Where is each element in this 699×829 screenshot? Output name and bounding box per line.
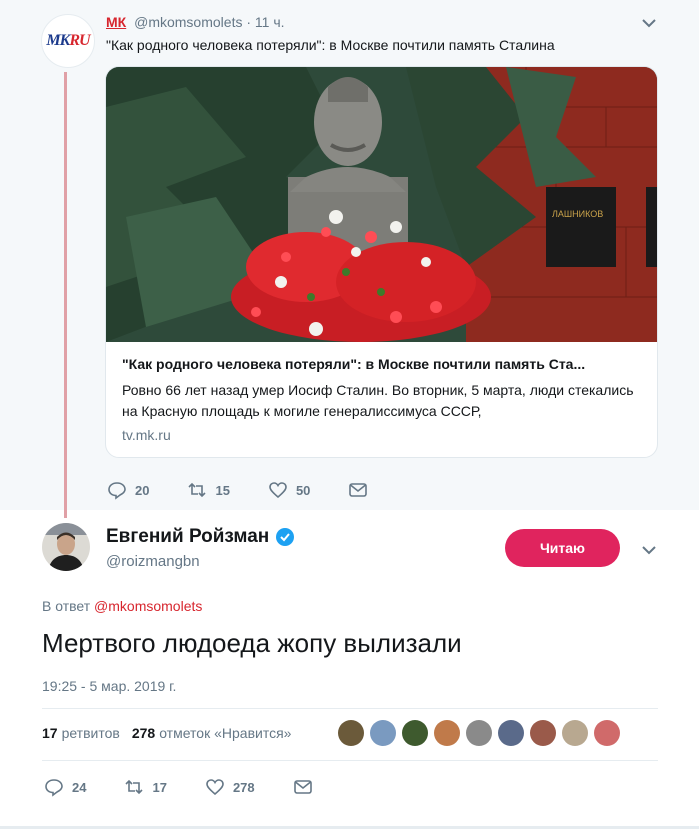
parent-author-name[interactable]: МК <box>106 14 126 30</box>
author-name[interactable]: Евгений Ройзман <box>106 526 295 548</box>
retweets-stat-label: ретвитов <box>61 725 120 741</box>
liker-avatar[interactable] <box>434 720 460 746</box>
reply-handle-link[interactable]: @mkomsomolets <box>94 598 202 614</box>
tweet-text: Мертвого людоеда жопу вылизали <box>42 628 462 658</box>
plaque-text: ЛАШНИКОВ <box>552 209 603 219</box>
parent-tweet-actions: 20 15 50 <box>107 480 414 500</box>
retweet-button[interactable]: 17 <box>124 777 167 797</box>
chevron-down-icon[interactable] <box>640 541 658 559</box>
tweet-actions: 24 17 278 <box>44 777 359 797</box>
tweet-stats: 17 ретвитов 278 отметок «Нравится» <box>42 725 303 741</box>
retweets-stat[interactable]: 17 ретвитов <box>42 725 120 741</box>
retweet-button[interactable]: 15 <box>187 480 230 500</box>
heart-icon <box>269 482 287 499</box>
parent-author-handle[interactable]: @mkomsomolets <box>134 14 242 30</box>
follow-button[interactable]: Читаю <box>505 529 620 567</box>
liker-avatar[interactable] <box>498 720 524 746</box>
mk-avatar[interactable]: MKRU <box>41 14 95 68</box>
parent-tweet[interactable]: MKRU МК @mkomsomolets · 11 ч. "Как родно… <box>0 0 699 518</box>
reply-count: 24 <box>72 779 87 795</box>
likes-stat-label: отметок «Нравится» <box>159 725 292 741</box>
message-icon <box>293 780 312 794</box>
retweet-count: 15 <box>215 482 230 498</box>
like-count: 278 <box>232 779 255 795</box>
mk-logo: MKRU <box>46 32 90 49</box>
parent-tweet-text: "Как родного человека потеряли": в Москв… <box>106 37 555 53</box>
card-description: Ровно 66 лет назад умер Иосиф Сталин. Во… <box>122 382 634 419</box>
retweet-count: 17 <box>152 779 167 795</box>
tweet-timestamp[interactable]: 19:25 - 5 мар. 2019 г. <box>42 678 176 694</box>
liker-avatar[interactable] <box>402 720 428 746</box>
liker-avatar[interactable] <box>562 720 588 746</box>
like-button[interactable]: 50 <box>268 480 310 500</box>
message-icon <box>349 483 368 497</box>
reply-icon <box>45 779 63 797</box>
liker-avatar[interactable] <box>594 720 620 746</box>
reply-button[interactable]: 24 <box>44 777 86 797</box>
reply-icon <box>108 482 126 500</box>
reply-context: В ответ @mkomsomolets <box>42 598 202 614</box>
heart-icon <box>206 779 224 796</box>
divider <box>42 760 658 761</box>
retweet-icon <box>125 779 144 795</box>
parent-tweet-time[interactable]: · 11 ч. <box>246 14 284 30</box>
card-url[interactable]: tv.mk.ru <box>122 427 171 443</box>
liker-avatars <box>338 720 626 746</box>
likes-stat[interactable]: 278 отметок «Нравится» <box>132 725 292 741</box>
link-card[interactable]: ЛАШНИКОВ "Как родного человека потеряли"… <box>105 66 658 458</box>
thread-line <box>64 72 67 518</box>
parent-tweet-header: МК @mkomsomolets · 11 ч. <box>106 14 285 30</box>
reply-button[interactable]: 20 <box>107 480 149 500</box>
card-image: ЛАШНИКОВ <box>106 67 657 342</box>
chevron-down-icon[interactable] <box>640 14 658 32</box>
retweet-icon <box>188 482 207 498</box>
retweets-stat-count: 17 <box>42 725 58 741</box>
liker-avatar[interactable] <box>338 720 364 746</box>
likes-stat-count: 278 <box>131 725 156 741</box>
author-handle[interactable]: @roizmangbn <box>106 553 200 570</box>
reply-prefix: В ответ <box>42 598 91 614</box>
liker-avatar[interactable] <box>530 720 556 746</box>
message-button[interactable] <box>293 777 321 797</box>
reply-count: 20 <box>135 482 150 498</box>
message-button[interactable] <box>348 480 376 500</box>
card-title[interactable]: "Как родного человека потеряли": в Москв… <box>122 356 585 372</box>
author-name-text: Евгений Ройзман <box>106 526 270 547</box>
liker-avatar[interactable] <box>370 720 396 746</box>
author-avatar[interactable] <box>42 523 90 571</box>
like-count: 50 <box>295 482 311 498</box>
verified-badge-icon <box>276 528 295 546</box>
divider <box>42 708 658 709</box>
like-button[interactable]: 278 <box>205 777 255 797</box>
liker-avatar[interactable] <box>466 720 492 746</box>
